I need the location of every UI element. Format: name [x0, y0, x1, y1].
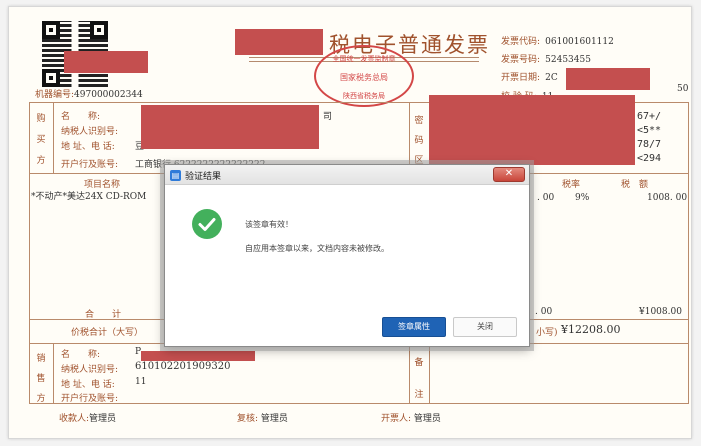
seller-address-label: 地 址、电 话: — [61, 380, 115, 390]
dialog-title: 验证结果 — [185, 172, 222, 182]
buyer-taxid-label: 纳税人识别号: — [61, 127, 119, 137]
seller-side-char: 销 — [36, 354, 46, 364]
invoice-number: 发票号码: 52453455 — [501, 47, 591, 66]
seller-phone-value: 11 — [135, 377, 147, 387]
grand-total-label: 价税合计（大写） — [71, 328, 144, 338]
column-divider — [409, 343, 410, 404]
seller-side-char: 方 — [36, 394, 46, 404]
payee-value: 管理员 — [89, 414, 117, 424]
qr-finder — [42, 21, 60, 39]
redaction-block — [141, 351, 255, 361]
payee-label: 收款人: — [59, 414, 90, 424]
seller-side-char: 售 — [36, 374, 46, 384]
seller-taxid-label: 纳税人识别号: — [61, 365, 119, 375]
cipher-line: <5** — [637, 125, 662, 136]
grand-total-small-value: ¥12208.00 — [561, 323, 621, 336]
grand-total-small-label: 小写) — [536, 328, 558, 338]
password-side-char: 码 — [414, 136, 424, 146]
redaction-block — [235, 29, 323, 55]
tax-header: 税 额 — [621, 180, 649, 190]
invoice-date-value: 2C — [545, 73, 558, 83]
cipher-line: 78/7 — [637, 139, 662, 150]
item-amount: . 00 — [537, 193, 555, 203]
total-label: 合 计 — [85, 310, 122, 320]
invoice-date-label: 开票日期: — [501, 73, 541, 83]
password-side-char: 密 — [414, 116, 424, 126]
invoice-date: 开票日期: 2C — [501, 65, 558, 84]
column-divider — [53, 343, 54, 404]
invoice-code-value: 061001601112 — [545, 37, 614, 47]
machine-number: 机器编号:497000002344 — [35, 87, 143, 100]
signature-properties-button[interactable]: 签章属性 — [382, 317, 446, 337]
redaction-block — [141, 105, 319, 149]
seller-bank-label: 开户行及账号: — [61, 394, 119, 404]
buyer-address-label: 地 址、电 话: — [61, 142, 115, 152]
remarks-side-char: 注 — [414, 390, 424, 400]
column-divider — [53, 102, 54, 174]
buyer-side-char: 购 — [36, 114, 46, 124]
cipher-line: 67+/ — [637, 111, 662, 122]
buyer-name-tail: 司 — [323, 112, 333, 122]
check-icon — [192, 209, 222, 239]
redaction-block — [566, 68, 650, 90]
check-code-tail: 50 — [677, 84, 689, 94]
reviewer-value: 管理员 — [260, 414, 288, 424]
dialog-titlebar[interactable]: ▤ 验证结果 ✕ — [165, 165, 529, 185]
issuer-label: 开票人: — [381, 414, 412, 424]
total-tax: ¥1008.00 — [639, 307, 682, 317]
seal-bottom-text: 陕西省税务局 — [343, 92, 385, 100]
seller-taxid-value: 610102201909320 — [135, 361, 231, 372]
close-icon[interactable]: ✕ — [493, 167, 525, 182]
item-rate: 9% — [575, 193, 590, 203]
official-seal: 全国统一发票监制章 国家税务总局 陕西省税务局 — [314, 45, 414, 107]
document-unmodified-message: 自应用本签章以来，文档内容未被修改。 — [245, 244, 389, 253]
machine-number-label: 机器编号: — [35, 90, 75, 100]
buyer-name-label: 名 称: — [61, 112, 101, 122]
invoice-code-label: 发票代码: — [501, 37, 541, 47]
invoice-number-value: 52453455 — [545, 55, 591, 65]
column-divider — [429, 343, 430, 404]
issuer: 开票人: 管理员 — [381, 411, 441, 424]
close-button[interactable]: 关闭 — [453, 317, 517, 337]
reviewer-label: 复核: — [237, 414, 259, 424]
issuer-value: 管理员 — [413, 414, 441, 424]
signature-valid-message: 该签章有效！ — [245, 220, 293, 229]
seller-name-label: 名 称: — [61, 350, 101, 360]
cipher-line: <294 — [637, 153, 662, 164]
payee: 收款人:管理员 — [59, 411, 116, 424]
qr-finder — [90, 21, 108, 39]
redaction-block — [64, 51, 148, 73]
rate-header: 税率 — [562, 180, 581, 190]
password-cipher: 67+/ <5** 78/7 <294 — [637, 110, 661, 166]
qr-finder — [42, 69, 60, 87]
redaction-block — [429, 95, 635, 165]
remarks-side-char: 备 — [414, 358, 424, 368]
invoice-code: 发票代码: 061001601112 — [501, 29, 614, 48]
app-icon: ▤ — [170, 170, 181, 181]
reviewer: 复核: 管理员 — [237, 411, 288, 424]
machine-number-value: 497000002344 — [74, 90, 143, 100]
seal-mid-text: 国家税务总局 — [340, 73, 388, 82]
buyer-side-char: 方 — [36, 156, 46, 166]
buyer-bank-label: 开户行及账号: — [61, 160, 119, 170]
item-name: *不动产*美达24X CD-ROM — [31, 192, 147, 202]
checkmark-glyph — [198, 218, 216, 231]
invoice-number-label: 发票号码: — [501, 55, 541, 65]
item-tax: 1008. 00 — [647, 193, 688, 203]
buyer-side-char: 买 — [36, 135, 46, 145]
seal-top-text: 全国统一发票监制章 — [332, 55, 396, 63]
total-amount: . 00 — [535, 307, 553, 317]
verification-dialog: ▤ 验证结果 ✕ 该签章有效！ 自应用本签章以来，文档内容未被修改。 签章属性 … — [164, 164, 530, 347]
